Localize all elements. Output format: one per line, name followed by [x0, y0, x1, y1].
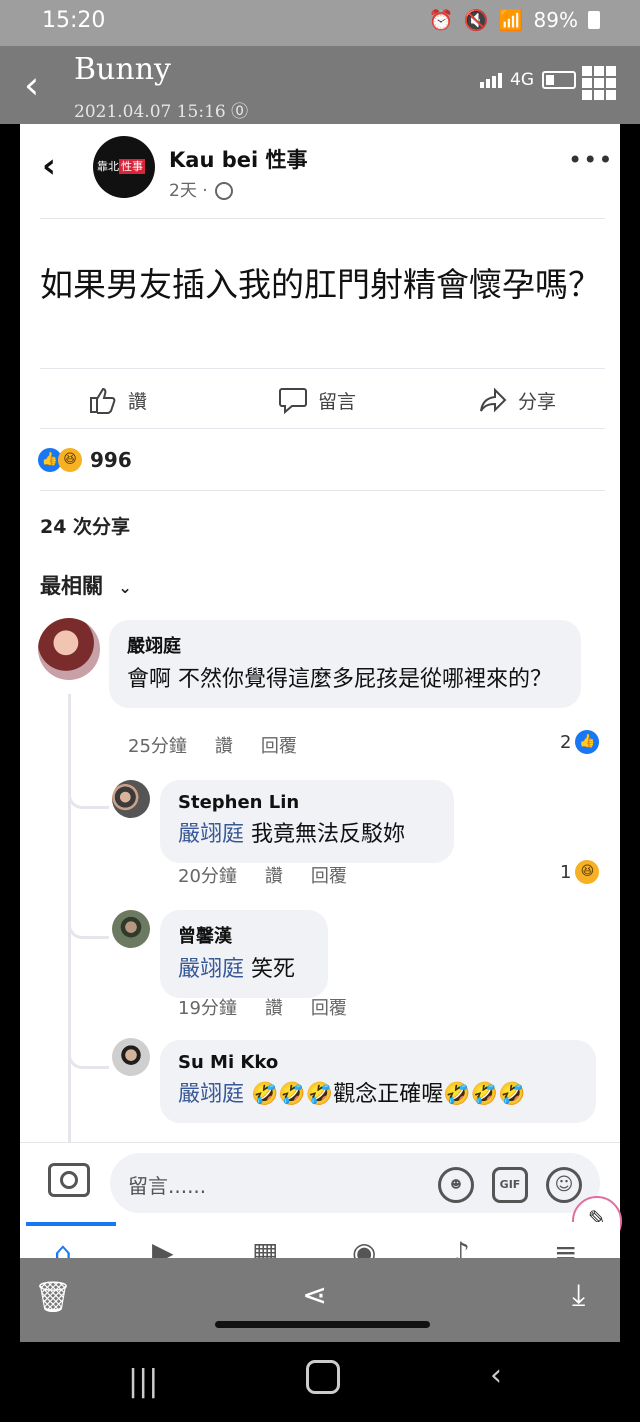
comment-bubble: 曾馨漢 嚴翊庭 笑死: [160, 910, 328, 998]
emoji-group: 🤣🤣🤣: [443, 1082, 526, 1107]
comment-icon: [279, 388, 307, 414]
action-row: 讚 留言 分享: [20, 372, 620, 428]
comment-bubble: Su Mi Kko 嚴翊庭 🤣🤣🤣觀念正確喔🤣🤣🤣: [160, 1040, 596, 1123]
alarm-icon: ⏰: [428, 8, 454, 32]
status-icons: ⏰ 🔇 📶 89%: [429, 8, 600, 32]
facebook-post-screen: ‹ 靠北 性事 Kau bei 性事 2天 · ••• 如果男友插入我的肛門射精會…: [20, 124, 620, 1259]
reply-link[interactable]: 回覆: [311, 862, 347, 888]
info-icon[interactable]: ⓪: [231, 102, 248, 122]
comment-input[interactable]: 留言...... ☻ GIF ☺: [110, 1153, 600, 1213]
gallery-title: Bunny: [74, 52, 171, 87]
comment-reaction-count[interactable]: 1 😆: [560, 860, 600, 884]
reply-connector: [68, 776, 109, 809]
battery-percent: 89%: [533, 8, 578, 32]
gif-icon[interactable]: GIF: [492, 1167, 528, 1203]
like-link[interactable]: 讚: [265, 994, 283, 1020]
page-name[interactable]: Kau bei 性事: [169, 144, 308, 174]
share-arrow-icon: [480, 387, 507, 413]
like-button[interactable]: 讚: [88, 386, 147, 414]
haha-reaction-icon: 😆: [575, 860, 600, 884]
emoji-group: 🤣🤣🤣: [251, 1082, 334, 1107]
status-time: 15:20: [42, 8, 106, 33]
comment-text: 觀念正確喔: [333, 1082, 444, 1107]
reply-link[interactable]: 回覆: [311, 994, 347, 1020]
commenter-avatar[interactable]: [38, 618, 100, 680]
page-avatar[interactable]: 靠北 性事: [93, 136, 155, 198]
signal-bars-icon: [480, 72, 502, 88]
mention-link[interactable]: 嚴翊庭: [178, 822, 244, 847]
comment-meta: 19分鐘 讚 回覆: [178, 994, 347, 1020]
share-button[interactable]: 分享: [478, 386, 556, 414]
comment-button[interactable]: 留言: [278, 386, 356, 414]
post-time: 2天 ·: [169, 176, 234, 201]
home-button-icon[interactable]: [306, 1360, 340, 1394]
like-link[interactable]: 讚: [215, 732, 233, 758]
comment-bubble: 嚴翊庭 會啊 不然你覺得這麼多屁孩是從哪裡來的？: [109, 620, 581, 708]
emoji-icon[interactable]: ☺: [546, 1167, 582, 1203]
comment-text: 笑死: [251, 957, 296, 982]
more-options-icon[interactable]: •••: [568, 146, 613, 174]
reply-connector: [68, 906, 109, 939]
commenter-name[interactable]: Su Mi Kko: [178, 1052, 578, 1073]
comment-meta: 25分鐘 讚 回覆: [128, 732, 297, 758]
chevron-down-icon: ⌄: [118, 578, 132, 597]
inner-status-icons: 4G: [480, 70, 576, 90]
mention-link[interactable]: 嚴翊庭: [178, 957, 244, 982]
commenter-name[interactable]: 曾馨漢: [178, 922, 310, 948]
battery-low-icon: [542, 71, 576, 89]
mute-icon: 🔇: [463, 8, 489, 32]
comment-input-bar: 留言...... ☻ GIF ☺: [20, 1142, 620, 1225]
reaction-summary[interactable]: 👍 😆 996: [38, 448, 132, 472]
divider: [40, 428, 605, 429]
like-reaction-icon: 👍: [575, 730, 600, 754]
gallery-toolbar: 🗑 ⋖ ⤓: [20, 1258, 620, 1342]
back-icon[interactable]: ‹: [42, 146, 56, 186]
facebook-bottom-nav: ⌂ ▶ ▦ ◉ ♪ ≡: [20, 1222, 620, 1269]
comment-meta: 20分鐘 讚 回覆: [178, 862, 347, 888]
network-label: 4G: [510, 70, 534, 90]
sticker-icon[interactable]: ☻: [438, 1167, 474, 1203]
trash-icon[interactable]: 🗑: [34, 1280, 72, 1315]
gallery-date: 2021.04.07 15:16 ⓪: [74, 102, 249, 122]
home-indicator: [215, 1321, 430, 1328]
commenter-avatar[interactable]: [112, 1038, 150, 1076]
reply-link[interactable]: 回覆: [261, 732, 297, 758]
divider: [40, 490, 605, 491]
grid-icon[interactable]: [582, 66, 616, 100]
commenter-avatar[interactable]: [112, 910, 150, 948]
signal-icon: 📶: [498, 8, 524, 32]
back-arrow-icon[interactable]: ‹: [24, 66, 39, 104]
camera-icon[interactable]: [48, 1163, 90, 1197]
share-count[interactable]: 24 次分享: [40, 512, 130, 539]
divider: [40, 218, 605, 219]
share-icon[interactable]: ⋖: [302, 1278, 327, 1313]
haha-reaction-icon: 😆: [58, 448, 82, 472]
android-nav-bar: ||| ‹: [0, 1342, 640, 1422]
battery-icon: [588, 11, 600, 29]
active-tab-indicator: [26, 1222, 116, 1226]
reply-connector: [68, 1036, 109, 1069]
comment-text: 我竟無法反駁妳: [251, 822, 406, 847]
mention-link[interactable]: 嚴翊庭: [178, 1082, 244, 1107]
post-text: 如果男友插入我的肛門射精會懷孕嗎？: [40, 265, 601, 304]
globe-icon: [215, 182, 234, 200]
commenter-avatar[interactable]: [112, 780, 150, 818]
divider: [40, 368, 605, 369]
commenter-name[interactable]: Stephen Lin: [178, 792, 436, 813]
status-bar: 15:20 ⏰ 🔇 📶 89%: [0, 0, 640, 46]
thumbs-up-icon: [90, 387, 116, 414]
back-button-icon[interactable]: ‹: [490, 1358, 502, 1393]
comment-bubble: Stephen Lin 嚴翊庭 我竟無法反駁妳: [160, 780, 454, 863]
comment-text: 會啊 不然你覺得這麼多屁孩是從哪裡來的？: [127, 667, 552, 692]
comment-reaction-count[interactable]: 2 👍: [560, 730, 600, 754]
download-icon[interactable]: ⤓: [572, 1278, 585, 1313]
commenter-name[interactable]: 嚴翊庭: [127, 632, 563, 658]
comment-placeholder: 留言......: [128, 1174, 207, 1198]
like-link[interactable]: 讚: [265, 862, 283, 888]
comment-sort-dropdown[interactable]: 最相關 ⌄: [40, 570, 132, 600]
recent-apps-icon[interactable]: |||: [128, 1364, 158, 1399]
